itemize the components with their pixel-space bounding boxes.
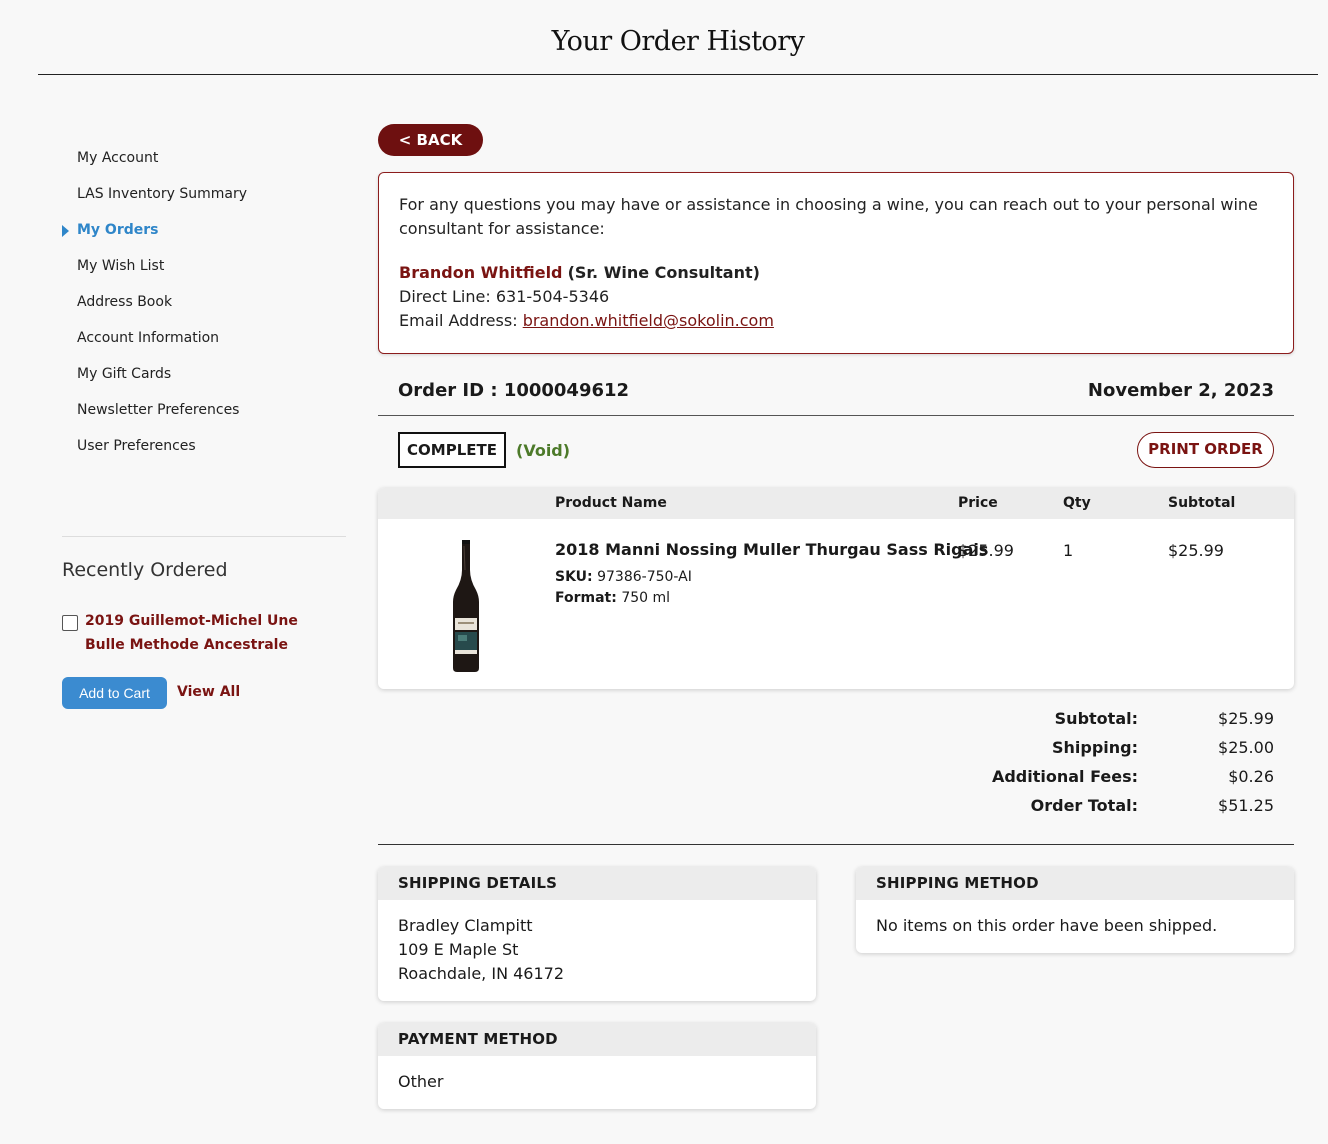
fees-value: $0.26 xyxy=(1228,767,1274,786)
recently-ordered-title: Recently Ordered xyxy=(62,559,228,581)
print-order-button[interactable]: PRINT ORDER xyxy=(1137,432,1274,468)
shipping-details-title: SHIPPING DETAILS xyxy=(378,867,816,900)
street-address: 109 E Maple St xyxy=(398,940,519,959)
sidebar-item-user-preferences[interactable]: User Preferences xyxy=(62,434,346,470)
consultant-email-link[interactable]: brandon.whitfield@sokolin.com xyxy=(523,311,774,330)
sidebar-item-label: My Orders xyxy=(77,222,159,238)
totals-subtotal-row: Subtotal: $25.99 xyxy=(900,709,1274,738)
format-label: Format: xyxy=(555,590,617,606)
sidebar-item-my-gift-cards[interactable]: My Gift Cards xyxy=(62,362,346,398)
wine-bottle-image[interactable] xyxy=(452,540,480,672)
order-date: November 2, 2023 xyxy=(1087,380,1274,401)
totals-divider xyxy=(378,844,1294,845)
sidebar-item-address-book[interactable]: Address Book xyxy=(62,290,346,326)
item-qty: 1 xyxy=(1063,541,1074,560)
recipient-name: Bradley Clampitt xyxy=(398,916,533,935)
consultant-email-line: Email Address: brandon.whitfield@sokolin… xyxy=(399,309,1273,333)
column-header-subtotal: Subtotal xyxy=(1168,495,1236,511)
table-header: Product Name Price Qty Subtotal xyxy=(378,488,1294,519)
consultant-info-box: For any questions you may have or assist… xyxy=(378,172,1294,354)
order-header: Order ID : 1000049612 November 2, 2023 xyxy=(378,380,1294,416)
sku-label: SKU: xyxy=(555,569,593,585)
consultant-name: Brandon Whitfield xyxy=(399,263,563,282)
consultant-intro: For any questions you may have or assist… xyxy=(399,195,1258,238)
totals-fees-row: Additional Fees: $0.26 xyxy=(900,767,1274,796)
shipping-label: Shipping: xyxy=(1051,738,1138,757)
view-all-link[interactable]: View All xyxy=(177,684,240,700)
payment-method-title: PAYMENT METHOD xyxy=(378,1023,816,1056)
payment-method-card: PAYMENT METHOD Other xyxy=(378,1023,816,1109)
subtotal-label: Subtotal: xyxy=(1054,709,1138,728)
fees-label: Additional Fees: xyxy=(991,767,1138,786)
consultant-name-line: Brandon Whitfield (Sr. Wine Consultant) xyxy=(399,261,1273,285)
consultant-phone-line: Direct Line: 631-504-5346 xyxy=(399,285,1273,309)
order-items-table: Product Name Price Qty Subtotal 2018 Man… xyxy=(378,488,1294,689)
product-format: Format: 750 ml xyxy=(555,590,670,606)
order-id: Order ID : 1000049612 xyxy=(398,380,629,401)
sidebar-item-newsletter-preferences[interactable]: Newsletter Preferences xyxy=(62,398,346,434)
city-state-zip: Roachdale, IN 46172 xyxy=(398,964,565,983)
shipping-value: $25.00 xyxy=(1218,738,1274,757)
item-price: $25.99 xyxy=(958,541,1014,560)
order-total-label: Order Total: xyxy=(1030,796,1138,815)
sidebar-item-las-inventory-summary[interactable]: LAS Inventory Summary xyxy=(62,182,346,218)
shipping-method-card: SHIPPING METHOD No items on this order h… xyxy=(856,867,1294,953)
sidebar-item-my-account[interactable]: My Account xyxy=(62,146,346,182)
product-name-link[interactable]: 2018 Manni Nossing Muller Thurgau Sass R… xyxy=(555,540,988,559)
sidebar-item-my-orders[interactable]: My Orders xyxy=(62,218,346,254)
order-id-value: 1000049612 xyxy=(503,380,630,401)
column-header-price: Price xyxy=(958,495,998,511)
order-id-label: Order ID : xyxy=(398,380,498,401)
page-title: Your Order History xyxy=(551,26,805,57)
product-sku: SKU: 97386-750-AI xyxy=(555,569,692,585)
sidebar-divider xyxy=(62,536,346,537)
shipping-method-title: SHIPPING METHOD xyxy=(856,867,1294,900)
totals-order-total-row: Order Total: $51.25 xyxy=(900,796,1274,825)
consultant-role: (Sr. Wine Consultant) xyxy=(567,263,760,282)
order-total-value: $51.25 xyxy=(1218,796,1274,815)
recently-ordered-item-link[interactable]: 2019 Guillemot-Michel Une Bulle Methode … xyxy=(85,609,335,657)
phone-label: Direct Line: xyxy=(399,287,491,306)
shipping-address: Bradley Clampitt 109 E Maple St Roachdal… xyxy=(378,900,816,1000)
back-button[interactable]: < BACK xyxy=(378,124,483,156)
account-sidebar: My Account LAS Inventory Summary My Orde… xyxy=(62,146,346,470)
item-subtotal: $25.99 xyxy=(1168,541,1224,560)
column-header-qty: Qty xyxy=(1063,495,1091,511)
email-label: Email Address: xyxy=(399,311,518,330)
totals-shipping-row: Shipping: $25.00 xyxy=(900,738,1274,767)
sidebar-item-my-wish-list[interactable]: My Wish List xyxy=(62,254,346,290)
shipping-details-card: SHIPPING DETAILS Bradley Clampitt 109 E … xyxy=(378,867,816,1001)
payment-method-text: Other xyxy=(398,1072,444,1091)
order-totals: Subtotal: $25.99 Shipping: $25.00 Additi… xyxy=(900,709,1274,825)
add-to-cart-button[interactable]: Add to Cart xyxy=(62,677,167,709)
caret-right-icon xyxy=(62,225,69,237)
shipping-method-text: No items on this order have been shipped… xyxy=(876,916,1218,935)
status-note: (Void) xyxy=(516,441,571,460)
sidebar-item-account-information[interactable]: Account Information xyxy=(62,326,346,362)
subtotal-value: $25.99 xyxy=(1218,709,1274,728)
title-divider xyxy=(38,74,1318,75)
recently-ordered-checkbox[interactable] xyxy=(62,615,78,631)
phone-number: 631-504-5346 xyxy=(495,287,610,306)
sku-value: 97386-750-AI xyxy=(597,569,692,585)
column-header-product: Product Name xyxy=(555,495,667,511)
format-value: 750 ml xyxy=(621,590,671,606)
status-badge: COMPLETE xyxy=(398,432,506,468)
